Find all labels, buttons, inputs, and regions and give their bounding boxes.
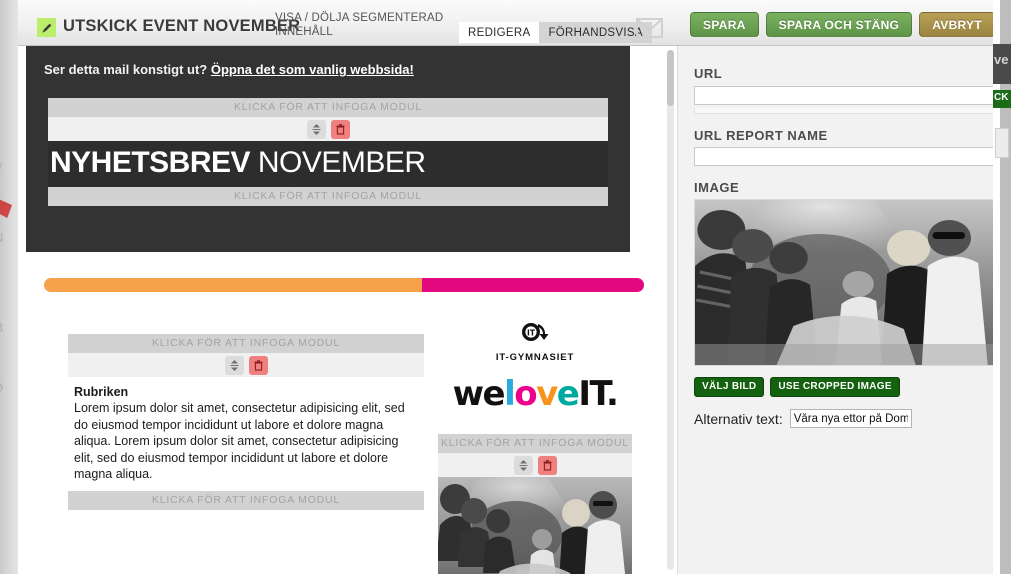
tagline-part-l: l <box>504 374 516 414</box>
insert-module-slot-below-text[interactable]: KLICKA FÖR ATT INFOGA MODUL <box>68 491 424 511</box>
tab-redigera[interactable]: REDIGERA <box>459 22 540 43</box>
preheader-label: Ser detta mail konstigt ut? <box>44 62 208 77</box>
insert-module-slot-above-text[interactable]: KLICKA FÖR ATT INFOGA MODUL <box>68 334 424 353</box>
save-button[interactable]: SPARA <box>690 12 759 37</box>
insert-module-slot-above-hero[interactable]: KLICKA FÖR ATT INFOGA MODUL <box>48 98 608 117</box>
properties-scrollbar[interactable] <box>667 50 674 570</box>
color-bar-orange-segment <box>44 278 422 292</box>
image-module-group: KLICKA FÖR ATT INFOGA MODUL <box>438 434 632 574</box>
image-preview-frame[interactable] <box>694 199 996 366</box>
view-as-webpage-link[interactable]: Öppna det som vanlig webbsida! <box>211 62 414 77</box>
text-module-group: KLICKA FÖR ATT INFOGA MODUL Rubriken Lor… <box>68 334 424 511</box>
properties-panel: URL URL REPORT NAME IMAGE VÄLJ BILD USE … <box>677 46 1011 574</box>
tagline-part-v: v <box>536 374 558 414</box>
url-report-name-label: URL REPORT NAME <box>694 127 828 143</box>
background-right-text: ve <box>994 52 1009 67</box>
hero-title-light: NOVEMBER <box>257 146 426 179</box>
image-field-group: IMAGE VÄLJ BILD USE CROPPED IMAGE Altern… <box>694 180 996 428</box>
topbar: UTSKICK EVENT NOVEMBER VISA / DÖLJA SEGM… <box>18 0 1011 46</box>
url-report-name-field-group: URL REPORT NAME <box>694 127 996 166</box>
trash-icon[interactable] <box>248 355 268 375</box>
logo-module: IT IT-GYMNASIET weloveIT. <box>438 321 632 413</box>
envelope-icon[interactable] <box>636 18 663 38</box>
background-right-green-text: CK <box>994 92 1009 103</box>
choose-image-button[interactable]: VÄLJ BILD <box>694 377 765 397</box>
hero-title-bold: NYHETSBREV <box>50 146 251 179</box>
action-buttons: SPARA SPARA OCH STÄNG AVBRYT <box>690 12 995 37</box>
text-module-toolbar <box>68 353 424 377</box>
image-label: IMAGE <box>694 180 740 195</box>
we-love-it-tagline: weloveIT. <box>438 375 632 413</box>
color-bar-pink-segment <box>422 278 644 292</box>
image-action-buttons: VÄLJ BILD USE CROPPED IMAGE <box>694 377 996 397</box>
tagline-part-we: we <box>452 374 506 414</box>
hero-module-toolbar <box>48 117 608 141</box>
preheader-text: Ser detta mail konstigt ut? Öppna det so… <box>44 62 414 77</box>
page-title: UTSKICK EVENT NOVEMBER <box>63 17 301 35</box>
alt-text-label: Alternativ text: <box>694 410 783 427</box>
properties-content: URL URL REPORT NAME IMAGE VÄLJ BILD USE … <box>682 50 1008 570</box>
image-module-toolbar <box>438 453 632 477</box>
insert-module-slot-below-hero[interactable]: KLICKA FÖR ATT INFOGA MODUL <box>48 187 608 206</box>
hero-title: NYHETSBREV NOVEMBER <box>48 141 608 187</box>
url-report-name-input[interactable] <box>694 147 996 166</box>
students-photo[interactable] <box>695 200 995 365</box>
alt-text-input[interactable] <box>789 409 912 428</box>
text-module-content[interactable]: Rubriken Lorem ipsum dolor sit amet, con… <box>68 377 424 491</box>
url-input[interactable] <box>694 85 996 105</box>
tab-forhandsvisa[interactable]: FÖRHANDSVISA <box>539 22 652 43</box>
properties-scrollbar-thumb[interactable] <box>667 50 674 106</box>
url-field-group: URL <box>694 66 996 114</box>
pencil-icon[interactable] <box>37 18 56 37</box>
it-gymnasiet-logo-icon: IT IT-GYMNASIET <box>438 321 632 363</box>
tagline-part-it: IT. <box>578 374 619 414</box>
text-module-heading: Rubriken <box>74 385 129 399</box>
background-page-left: V N B D <box>0 0 18 574</box>
url-field-underline <box>694 107 996 114</box>
app-root: V N B D UTSKICK EVENT NOVEMBER VISA / DÖ… <box>0 0 1011 574</box>
text-module-body: Lorem ipsum dolor sit amet, consectetur … <box>74 401 405 482</box>
background-page-right: ve CK <box>993 0 1011 574</box>
use-cropped-image-button[interactable]: USE CROPPED IMAGE <box>770 377 900 397</box>
toggle-segmented-content[interactable]: VISA / DÖLJA SEGMENTERAD INNEHÅLL <box>275 12 450 39</box>
move-updown-icon[interactable] <box>224 355 244 375</box>
trash-icon[interactable] <box>537 455 557 475</box>
move-updown-icon[interactable] <box>306 119 326 139</box>
cancel-button[interactable]: AVBRYT <box>919 12 995 37</box>
url-label: URL <box>694 66 723 81</box>
students-photo[interactable] <box>438 477 632 574</box>
insert-module-slot-above-image[interactable]: KLICKA FÖR ATT INFOGA MODUL <box>438 434 632 453</box>
svg-text:IT: IT <box>527 329 536 338</box>
trash-icon[interactable] <box>330 119 350 139</box>
alt-text-row: Alternativ text: <box>694 409 996 428</box>
move-updown-icon[interactable] <box>513 455 533 475</box>
hero-module: KLICKA FÖR ATT INFOGA MODUL NYHETSBREV N… <box>48 98 608 206</box>
tagline-part-o: o <box>514 374 537 414</box>
view-mode-tabs: REDIGERA FÖRHANDSVISA <box>459 22 652 43</box>
tagline-part-e: e <box>556 374 580 414</box>
brand-color-bar <box>44 278 644 292</box>
background-marker-icon <box>0 198 12 218</box>
content-area: Ser detta mail konstigt ut? Öppna det so… <box>18 46 1011 574</box>
save-and-close-button[interactable]: SPARA OCH STÄNG <box>765 12 913 37</box>
email-preview-canvas: Ser detta mail konstigt ut? Öppna det so… <box>22 46 648 574</box>
it-gymnasiet-wordmark: IT-GYMNASIET <box>495 352 575 363</box>
